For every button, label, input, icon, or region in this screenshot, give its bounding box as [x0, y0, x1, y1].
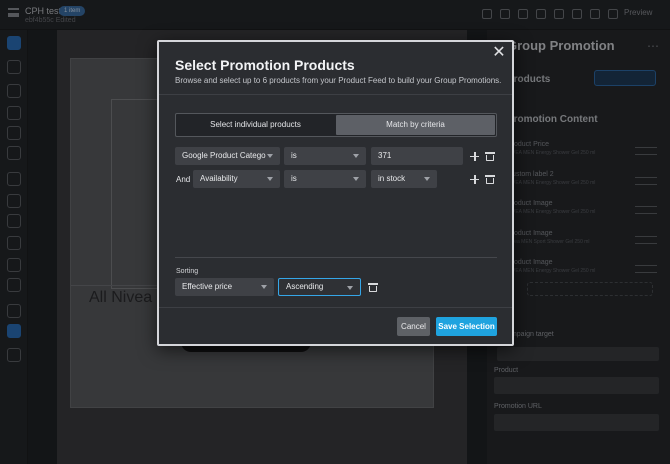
trash-icon[interactable]	[485, 152, 495, 161]
close-icon[interactable]: ✕	[491, 45, 507, 61]
sort-field-value: Effective price	[182, 282, 233, 291]
criteria-field-value: Availability	[200, 174, 238, 183]
sort-order-value: Ascending	[286, 282, 324, 291]
dialog-footer-divider	[159, 307, 512, 308]
and-label: And	[176, 175, 191, 184]
criteria-operator-value: is	[291, 151, 297, 160]
trash-icon[interactable]	[368, 283, 378, 292]
chevron-down-icon	[347, 286, 353, 290]
plus-icon[interactable]	[470, 175, 479, 184]
sorting-label: Sorting	[176, 268, 199, 275]
criteria-field-select[interactable]: Google Product Catego	[175, 147, 280, 165]
tab-select-individual-products[interactable]: Select individual products	[176, 114, 335, 136]
criteria-field-value: Google Product Catego	[182, 151, 266, 160]
criteria-value-input[interactable]: 371	[371, 147, 463, 165]
trash-icon[interactable]	[485, 175, 495, 184]
sort-order-select[interactable]: Ascending	[278, 278, 361, 296]
criteria-operator-value: is	[291, 174, 297, 183]
selection-mode-tabs: Select individual products Match by crit…	[175, 113, 497, 137]
dialog-header: Select Promotion Products Browse and sel…	[159, 42, 512, 95]
tab-match-by-criteria[interactable]: Match by criteria	[336, 115, 495, 135]
cancel-button[interactable]: Cancel	[397, 317, 430, 336]
chevron-down-icon	[261, 285, 267, 289]
chevron-down-icon	[353, 177, 359, 181]
divider	[175, 257, 497, 258]
plus-icon[interactable]	[470, 152, 479, 161]
criteria-value-value: in stock	[378, 174, 406, 183]
sort-field-select[interactable]: Effective price	[175, 278, 274, 296]
chevron-down-icon	[353, 154, 359, 158]
save-selection-button[interactable]: Save Selection	[436, 317, 497, 336]
select-promotion-products-dialog: Select Promotion Products Browse and sel…	[157, 40, 514, 346]
dialog-subtitle: Browse and select up to 6 products from …	[175, 76, 502, 85]
chevron-down-icon	[267, 177, 273, 181]
dialog-title: Select Promotion Products	[175, 57, 355, 73]
chevron-down-icon	[424, 177, 430, 181]
criteria-value-select[interactable]: in stock	[371, 170, 437, 188]
criteria-operator-select[interactable]: is	[284, 170, 366, 188]
chevron-down-icon	[267, 154, 273, 158]
criteria-operator-select[interactable]: is	[284, 147, 366, 165]
criteria-field-select[interactable]: Availability	[193, 170, 280, 188]
